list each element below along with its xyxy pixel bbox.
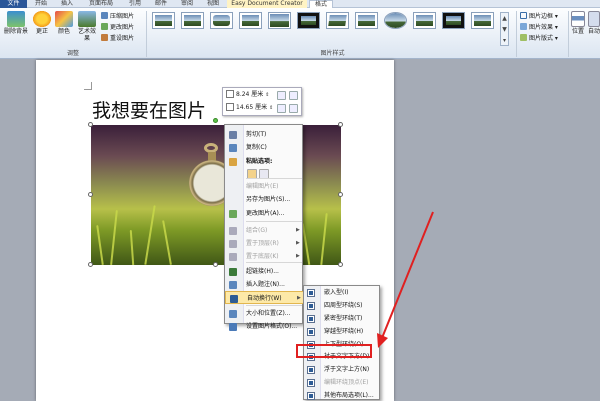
annotation-arrow bbox=[377, 211, 434, 348]
